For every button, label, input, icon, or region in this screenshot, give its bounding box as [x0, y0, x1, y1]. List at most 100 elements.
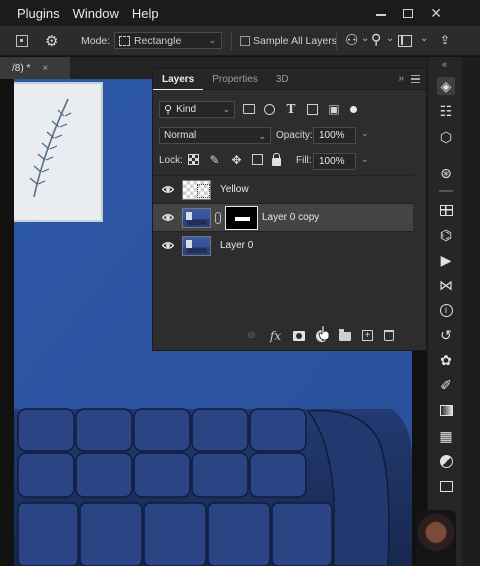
lock-position-icon[interactable]: ✥ — [230, 153, 243, 167]
document-tab-title: /8) * — [12, 62, 31, 74]
add-mask-icon[interactable] — [293, 330, 305, 341]
info-icon[interactable]: i — [437, 301, 455, 319]
close-tab-icon[interactable]: × — [42, 63, 48, 74]
patterns-icon[interactable]: ▦ — [437, 427, 455, 445]
paths-icon[interactable]: ⋈ — [437, 276, 455, 294]
mask-link-icon[interactable] — [215, 212, 221, 224]
tab-properties[interactable]: Properties — [203, 69, 267, 90]
search-icon[interactable]: ⚲ — [371, 31, 381, 48]
search-icon: ⚲ — [164, 104, 173, 116]
layer-thumbnail — [182, 180, 211, 200]
user-icon[interactable]: ⚇ — [345, 31, 358, 49]
document-tab[interactable]: /8) * × — [0, 57, 70, 79]
collapse-panel-icon[interactable]: » — [398, 73, 404, 84]
layer-name[interactable]: Layer 0 copy — [262, 212, 319, 223]
layer-thumbnail — [182, 236, 211, 256]
chevron-down-icon[interactable]: ⌄ — [361, 128, 369, 139]
menu-plugins[interactable]: Plugins — [17, 6, 60, 21]
menu-window[interactable]: Window — [73, 6, 119, 21]
history-icon[interactable]: ↺ — [437, 326, 455, 344]
grid-icon[interactable] — [437, 201, 455, 219]
filter-pixel-icon[interactable] — [243, 104, 255, 114]
divider — [439, 190, 453, 192]
swatch-icon[interactable]: ⌬ — [437, 226, 455, 244]
fx-icon[interactable]: fx — [269, 329, 282, 343]
delete-layer-icon[interactable] — [384, 330, 394, 341]
minimize-icon[interactable] — [376, 14, 387, 16]
layer-row-layer-0[interactable]: Layer 0 — [153, 231, 413, 259]
lock-all-icon[interactable] — [272, 152, 281, 166]
framed-art — [11, 82, 103, 222]
blend-mode-select[interactable]: Normal ⌄ — [159, 127, 271, 144]
circle-half-icon[interactable] — [437, 452, 455, 470]
share-icon[interactable]: ⇪ — [440, 33, 450, 47]
chevron-down-icon[interactable]: ⌄ — [361, 154, 369, 165]
fill-label: Fill: — [296, 155, 312, 166]
lock-transparency-icon[interactable] — [188, 154, 199, 165]
sample-all-layers-checkbox[interactable] — [240, 36, 250, 46]
filter-adjustment-icon[interactable] — [264, 103, 275, 115]
close-icon[interactable]: ✕ — [430, 6, 442, 20]
adjustments-icon[interactable]: ☷ — [437, 102, 455, 120]
chevron-down-icon[interactable]: ⌄ — [361, 33, 369, 44]
collapse-icon[interactable]: « — [442, 59, 447, 69]
divider — [231, 32, 232, 50]
rect-marquee-icon[interactable] — [16, 35, 28, 47]
new-layer-icon[interactable]: + — [362, 330, 373, 341]
layer-mask-thumbnail[interactable] — [225, 206, 258, 230]
export-icon[interactable] — [437, 477, 455, 495]
opacity-input[interactable]: 100% — [313, 127, 356, 144]
kind-filter-value: Kind — [176, 104, 197, 115]
eye-icon[interactable] — [162, 185, 174, 194]
toolbar-edge — [462, 57, 480, 566]
frame-icon[interactable] — [398, 35, 412, 47]
divider — [336, 32, 337, 50]
chevron-down-icon[interactable]: ⌄ — [386, 33, 394, 44]
tab-3d[interactable]: 3D — [267, 69, 298, 90]
chevron-down-icon: ⌄ — [222, 104, 230, 114]
filter-smart-object-icon[interactable]: ▣ — [327, 102, 341, 116]
tab-layers[interactable]: Layers — [153, 69, 204, 90]
layer-filter-icons: T ▣ — [243, 102, 357, 116]
lock-brush-icon[interactable]: ✎ — [208, 153, 221, 167]
3d-cube-icon[interactable]: ⬡ — [437, 128, 455, 146]
brush-icon[interactable]: ✐ — [437, 376, 455, 394]
layer-row-yellow[interactable]: Yellow — [153, 175, 413, 203]
panel-menu-icon[interactable] — [411, 75, 420, 83]
menu-help[interactable]: Help — [132, 6, 159, 21]
kind-filter-select[interactable]: ⚲ Kind ⌄ — [159, 101, 235, 118]
menu-bar: Plugins Window Help ✕ — [0, 0, 480, 26]
layer-name[interactable]: Yellow — [220, 184, 249, 195]
hand-cursor-icon — [318, 325, 330, 341]
filter-toggle-icon[interactable] — [350, 105, 357, 113]
palette-icon[interactable]: ✿ — [437, 351, 455, 369]
sample-all-layers-label: Sample All Layers — [253, 35, 338, 47]
fill-input[interactable]: 100% — [313, 153, 356, 170]
link-layers-icon[interactable]: ⊖ — [245, 329, 258, 342]
right-toolbar: « ◈ ☷ ⬡ ⊛ ⌬ ▶ ⋈ i ↺ ✿ ✐ ▦ — [427, 57, 462, 566]
eye-icon[interactable] — [162, 241, 174, 250]
chevron-down-icon: ⌄ — [258, 131, 266, 141]
window-controls: ✕ — [376, 0, 480, 26]
gradient-icon[interactable] — [437, 401, 455, 419]
lock-label: Lock: — [159, 155, 183, 166]
chevron-down-icon[interactable]: ⌄ — [420, 33, 428, 44]
channels-icon[interactable]: ⊛ — [437, 164, 455, 182]
chevron-down-icon: ⌄ — [208, 35, 216, 45]
maximize-icon[interactable] — [403, 8, 414, 18]
opacity-label: Opacity: — [276, 130, 313, 141]
lock-artboard-icon[interactable] — [252, 154, 263, 165]
layer-name[interactable]: Layer 0 — [220, 240, 253, 251]
eye-icon[interactable] — [162, 213, 174, 222]
avatar — [416, 510, 456, 566]
panel-tabs: Layers Properties 3D » — [153, 69, 426, 90]
filter-type-icon[interactable]: T — [284, 102, 298, 116]
layers-icon[interactable]: ◈ — [437, 77, 455, 95]
mode-select[interactable]: Rectangle ⌄ — [114, 32, 222, 49]
gear-icon[interactable]: ⚙ — [45, 32, 58, 50]
layer-row-layer-0-copy[interactable]: Layer 0 copy — [153, 203, 413, 231]
filter-shape-icon[interactable] — [307, 103, 318, 115]
play-icon[interactable]: ▶ — [437, 251, 455, 269]
new-group-icon[interactable] — [339, 329, 351, 341]
layers-panel-footer: ⊖ fx + — [153, 323, 428, 349]
